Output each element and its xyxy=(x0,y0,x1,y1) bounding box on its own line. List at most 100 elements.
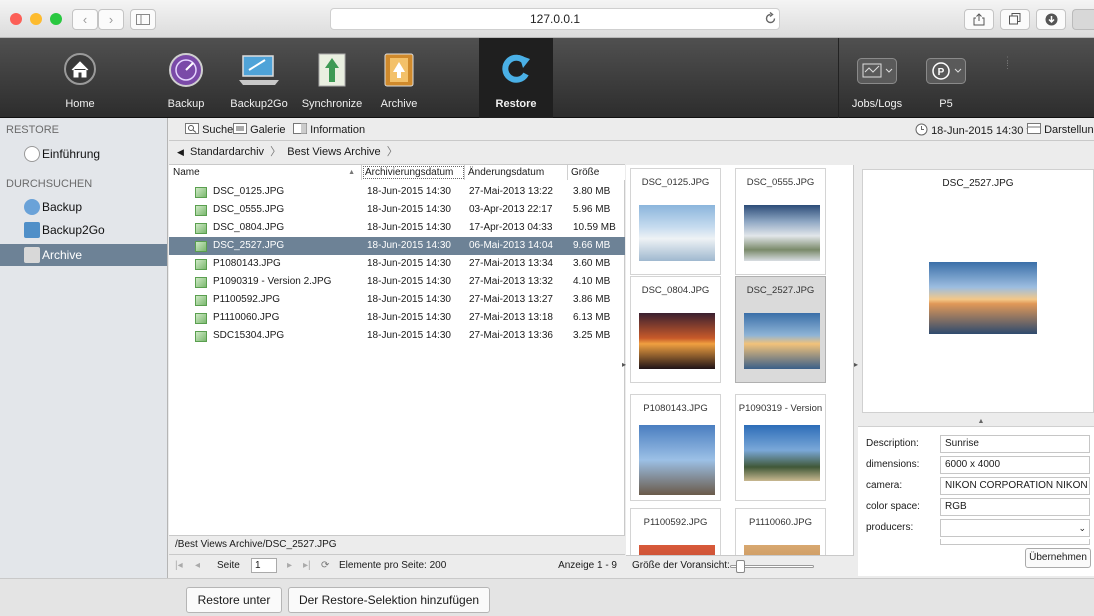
table-row[interactable]: P1110060.JPG 18-Jun-2015 14:30 27-Mai-2013… xyxy=(169,309,625,327)
toolbar-home[interactable]: Home xyxy=(48,38,112,118)
sidebar-item-einfuehrung[interactable]: Einführung xyxy=(0,143,167,165)
selected-path: /Best Views Archive/DSC_2527.JPG xyxy=(169,535,625,554)
toolbar-backup2go-label: Backup2Go xyxy=(230,98,288,110)
toolbar-archive-label: Archive xyxy=(380,98,418,110)
gallery-item-name: DSC_0804.JPG xyxy=(641,285,710,296)
table-row[interactable]: P1090319 - Version 2.JPG 18-Jun-2015 14:3… xyxy=(169,273,625,291)
new-tab-button[interactable] xyxy=(1072,9,1094,30)
page-input[interactable]: 1 xyxy=(251,558,277,573)
gallery-item[interactable]: P1100592.JPG xyxy=(630,508,721,555)
sidebar-item-backup2go[interactable]: Backup2Go xyxy=(0,219,167,241)
table-row[interactable]: P1100592.JPG 18-Jun-2015 14:30 27-Mai-2013… xyxy=(169,291,625,309)
tabs-button[interactable] xyxy=(1000,9,1030,30)
description-field[interactable]: Sunrise xyxy=(940,435,1090,453)
gallery-item[interactable]: P1090319 - Version xyxy=(735,394,826,501)
dimensions-field[interactable]: 6000 x 4000 xyxy=(940,456,1090,474)
file-table: Name ▲ Archivierungsdatum Änderungsdatum… xyxy=(169,165,625,535)
gallery-panel: DSC_0125.JPG DSC_0555.JPG DSC_0804.JPG D… xyxy=(626,165,854,555)
tabs-icon xyxy=(1009,13,1021,25)
color-space-field[interactable]: RGB xyxy=(940,498,1090,516)
collapse-left-handle[interactable]: ▸ xyxy=(622,360,627,374)
forward-button[interactable]: › xyxy=(98,9,124,30)
information-toggle[interactable]: Information xyxy=(293,123,365,137)
camera-field[interactable]: NIKON CORPORATION NIKON D52 xyxy=(940,477,1090,495)
download-button[interactable] xyxy=(1036,9,1066,30)
slider-handle[interactable] xyxy=(736,560,745,573)
add-to-restore-selection-button[interactable]: Der Restore-Selektion hinzufügen xyxy=(288,587,490,613)
gallery-toggle[interactable]: Galerie xyxy=(233,123,286,137)
sidebar-item-archive[interactable]: Archive xyxy=(0,244,167,266)
image-file-icon xyxy=(195,223,207,234)
preview-image xyxy=(929,262,1037,334)
close-window-button[interactable] xyxy=(10,13,22,25)
gallery-item[interactable]: P1110060.JPG xyxy=(735,508,826,555)
toolbar-resize-grip[interactable]: ⋮ ⋮ xyxy=(1003,56,1012,88)
restore-to-button[interactable]: Restore unter xyxy=(186,587,282,613)
table-row-selected[interactable]: DSC_2527.JPG 18-Jun-2015 14:30 06-Mai-2013… xyxy=(169,237,625,255)
breadcrumb-back-icon[interactable]: ◀ xyxy=(177,147,184,157)
column-header-name[interactable]: Name ▲ xyxy=(169,165,362,180)
producers-label: producers: xyxy=(866,522,914,533)
snapshot-date-selector[interactable]: 18-Jun-2015 14:30 ▾ xyxy=(915,123,1032,137)
svg-text:P: P xyxy=(938,67,945,78)
gallery-item[interactable]: DSC_0125.JPG xyxy=(630,168,721,275)
next-page-icon[interactable]: ▸ xyxy=(287,555,292,576)
apply-button[interactable]: Übernehmen xyxy=(1025,548,1091,568)
thumbnail-image xyxy=(639,545,715,555)
thumbnail-image xyxy=(744,205,820,261)
splitter-handle[interactable]: ▲ xyxy=(974,418,988,426)
url-bar[interactable]: 127.0.0.1 xyxy=(330,8,780,30)
metadata-form: Description: Sunrise dimensions: 6000 x … xyxy=(858,426,1094,576)
extra-field[interactable] xyxy=(940,539,1090,545)
breadcrumb: ◀ Standardarchiv 〉 Best Views Archive 〉 xyxy=(169,141,625,165)
file-name: DSC_0555.JPG xyxy=(213,204,285,215)
gallery-item[interactable]: DSC_0804.JPG xyxy=(630,276,721,383)
image-file-icon xyxy=(195,277,207,288)
toolbar-jobs-logs[interactable]: Jobs/Logs xyxy=(846,38,908,118)
restore-icon xyxy=(502,54,530,83)
reload-icon[interactable] xyxy=(764,12,777,25)
file-name: DSC_0125.JPG xyxy=(213,186,285,197)
refresh-icon[interactable]: ⟳ xyxy=(321,555,329,576)
column-header-archived[interactable]: Archivierungsdatum xyxy=(362,165,465,180)
file-changed: 17-Apr-2013 04:33 xyxy=(469,222,553,233)
zoom-window-button[interactable] xyxy=(50,13,62,25)
minimize-window-button[interactable] xyxy=(30,13,42,25)
producers-field[interactable]: ⌄ xyxy=(940,519,1090,537)
table-row[interactable]: DSC_0555.JPG 18-Jun-2015 14:30 03-Apr-2013… xyxy=(169,201,625,219)
toolbar-restore[interactable]: Restore xyxy=(479,38,553,118)
table-row[interactable]: P1080143.JPG 18-Jun-2015 14:30 27-Mai-2013… xyxy=(169,255,625,273)
toolbar-synchronize[interactable]: Synchronize xyxy=(300,38,364,118)
file-changed: 03-Apr-2013 22:17 xyxy=(469,204,553,215)
toolbar-synchronize-label: Synchronize xyxy=(301,98,363,110)
gallery-item-selected[interactable]: DSC_2527.JPG xyxy=(735,276,826,383)
toolbar-backup[interactable]: Backup xyxy=(160,38,212,118)
table-row[interactable]: DSC_0125.JPG 18-Jun-2015 14:30 27-Mai-2013… xyxy=(169,183,625,201)
breadcrumb-item-standardarchiv[interactable]: Standardarchiv xyxy=(190,146,264,158)
column-header-size[interactable]: Größe xyxy=(568,165,625,180)
view-icon xyxy=(1027,123,1041,134)
last-page-icon[interactable]: ▸| xyxy=(303,555,311,576)
table-row[interactable]: DSC_0804.JPG 18-Jun-2015 14:30 17-Apr-2013… xyxy=(169,219,625,237)
sidebar-toggle-button[interactable] xyxy=(130,9,156,30)
sidebar-item-backup[interactable]: Backup xyxy=(0,196,167,218)
file-name: DSC_0804.JPG xyxy=(213,222,285,233)
view-mode-toggle[interactable]: Darstellung xyxy=(1027,123,1094,137)
gallery-item[interactable]: DSC_0555.JPG xyxy=(735,168,826,275)
archive-icon xyxy=(384,53,414,87)
toolbar-archive[interactable]: Archive xyxy=(374,38,424,118)
p5-icon: P xyxy=(926,58,966,84)
table-row[interactable]: SDC15304.JPG 18-Jun-2015 14:30 27-Mai-2013… xyxy=(169,327,625,345)
thumbnail-image xyxy=(744,425,820,481)
share-button[interactable] xyxy=(964,9,994,30)
toolbar-backup2go[interactable]: Backup2Go xyxy=(224,38,294,118)
search-toggle[interactable]: Suche xyxy=(185,123,233,137)
back-button[interactable]: ‹ xyxy=(72,9,98,30)
gallery-item[interactable]: P1080143.JPG xyxy=(630,394,721,501)
prev-page-icon[interactable]: ◂ xyxy=(195,555,200,576)
first-page-icon[interactable]: |◂ xyxy=(175,555,183,576)
toolbar-p5[interactable]: P P5 xyxy=(918,38,974,118)
file-changed: 27-Mai-2013 13:36 xyxy=(469,330,553,341)
breadcrumb-item-best-views[interactable]: Best Views Archive xyxy=(287,146,380,158)
column-header-changed[interactable]: Änderungsdatum xyxy=(465,165,568,180)
